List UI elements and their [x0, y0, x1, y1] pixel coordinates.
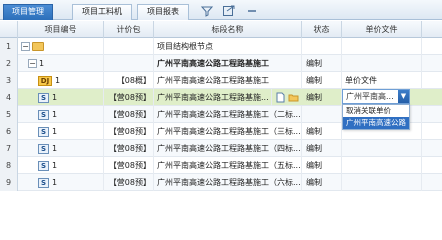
- row-package: [104, 38, 154, 55]
- row-number: 1: [0, 38, 18, 55]
- row-name: 项目结构根节点: [154, 38, 302, 55]
- filter-icon[interactable]: [200, 5, 214, 17]
- row-code: −: [18, 38, 104, 55]
- row-name: 广州平南高速公路工程路基施工（三标...: [154, 123, 302, 140]
- row-number: 6: [0, 123, 18, 140]
- row-code-text: 1: [52, 93, 58, 102]
- row-code: S1: [18, 89, 104, 106]
- minus-icon[interactable]: [245, 5, 259, 17]
- row-package: 【08概】: [104, 72, 154, 89]
- header-name[interactable]: 标段名称: [154, 21, 302, 38]
- row-code: −1: [18, 55, 104, 72]
- dropdown-option-guangzhou[interactable]: 广州平南高速公路: [343, 117, 409, 129]
- row-status: 编制: [302, 72, 342, 89]
- row-code: S1: [18, 106, 104, 123]
- s-type-icon: S: [38, 177, 49, 188]
- collapse-icon[interactable]: −: [28, 59, 37, 68]
- row-code: S1: [18, 123, 104, 140]
- table-row[interactable]: 3 DJ 1 【08概】 广州平南高速公路工程路基施工 编制 单价文件: [0, 72, 442, 89]
- row-code: DJ 1: [18, 72, 104, 89]
- tab-project-materials[interactable]: 项目工料机: [72, 4, 132, 20]
- row-status: 编制: [302, 89, 342, 106]
- s-type-icon: S: [38, 143, 49, 154]
- row-package: 【营08预】: [104, 140, 154, 157]
- row-unit-file: [342, 174, 422, 191]
- row-unit-file: [342, 55, 422, 72]
- row-code-text: 1: [39, 59, 45, 68]
- row-number: 8: [0, 157, 18, 174]
- table-row[interactable]: 1 − 项目结构根节点: [0, 38, 442, 55]
- row-status: [302, 38, 342, 55]
- row-name: 广州平南高速公路工程路基施...: [154, 89, 272, 106]
- header-row-number: [0, 21, 18, 38]
- collapse-icon[interactable]: −: [21, 42, 30, 51]
- row-unit-file: 单价文件: [342, 72, 422, 89]
- row-name: 广州平南高速公路工程路基施工（五标...: [154, 157, 302, 174]
- row-status: [302, 106, 342, 123]
- row-name: 广州平南高速公路工程路基施工（四标...: [154, 140, 302, 157]
- folder-open-icon[interactable]: [288, 92, 299, 103]
- row-number: 9: [0, 174, 18, 191]
- tab-project-management[interactable]: 项目管理: [3, 4, 53, 20]
- row-unit-file: [342, 38, 422, 55]
- header-unit-file[interactable]: 单价文件: [342, 21, 422, 38]
- header-code[interactable]: 项目编号: [18, 21, 104, 38]
- toolbar: 项目管理 项目工料机 项目报表: [0, 0, 442, 20]
- row-code: S1: [18, 140, 104, 157]
- row-unit-file: [342, 140, 422, 157]
- unit-file-select[interactable]: 广州平南高... ▼: [342, 89, 410, 104]
- s-type-icon: S: [38, 109, 49, 120]
- row-number: 7: [0, 140, 18, 157]
- dropdown-option-unlink[interactable]: 取消关联单价: [343, 105, 409, 117]
- table-row[interactable]: 9 S1 【营08预】 广州平南高速公路工程路基施工（六标... 编制: [0, 174, 442, 191]
- row-status: 编制: [302, 174, 342, 191]
- row-number: 2: [0, 55, 18, 72]
- s-type-icon: S: [38, 92, 49, 103]
- row-status: 编制: [302, 55, 342, 72]
- row-package: 【营08预】: [104, 123, 154, 140]
- unit-file-select-value: 广州平南高...: [346, 92, 394, 101]
- row-package: 【营08预】: [104, 174, 154, 191]
- row-status: 编制: [302, 123, 342, 140]
- row-package: 【营08预】: [104, 106, 154, 123]
- row-status: 编制: [302, 157, 342, 174]
- row-unit-file: [342, 157, 422, 174]
- export-icon[interactable]: [222, 5, 236, 17]
- row-code: S1: [18, 157, 104, 174]
- s-type-icon: S: [38, 160, 49, 171]
- row-name: 广州平南高速公路工程路基施工: [154, 72, 302, 89]
- table-row[interactable]: 2 −1 广州平南高速公路工程路基施工 编制: [0, 55, 442, 72]
- table-row[interactable]: 7 S1 【营08预】 广州平南高速公路工程路基施工（四标... 编制: [0, 140, 442, 157]
- row-status: 编制: [302, 140, 342, 157]
- grid-header: 项目编号 计价包 标段名称 状态 单价文件: [0, 21, 442, 38]
- row-number: 4: [0, 89, 18, 106]
- row-code-text: 1: [52, 178, 58, 187]
- header-status[interactable]: 状态: [302, 21, 342, 38]
- row-package: 【营08预】: [104, 89, 154, 106]
- dj-type-icon: DJ: [38, 75, 52, 86]
- document-icon[interactable]: [275, 92, 286, 103]
- row-code-text: 1: [52, 110, 58, 119]
- folder-icon: [32, 42, 44, 51]
- tab-project-reports[interactable]: 项目报表: [137, 4, 189, 20]
- row-number: 3: [0, 72, 18, 89]
- dropdown-arrow-icon[interactable]: ▼: [398, 90, 409, 103]
- row-name: 广州平南高速公路工程路基施工: [154, 55, 302, 72]
- row-code: S1: [18, 174, 104, 191]
- row-number: 5: [0, 106, 18, 123]
- row-code-text: 1: [52, 144, 58, 153]
- unit-file-dropdown-list: 取消关联单价 广州平南高速公路: [342, 104, 410, 130]
- table-row[interactable]: 8 S1 【营08预】 广州平南高速公路工程路基施工（五标... 编制: [0, 157, 442, 174]
- row-name: 广州平南高速公路工程路基施工（二标...: [154, 106, 302, 123]
- s-type-icon: S: [38, 126, 49, 137]
- header-package[interactable]: 计价包: [104, 21, 154, 38]
- row-package: 【营08预】: [104, 157, 154, 174]
- row-package: [104, 55, 154, 72]
- row-code-text: 1: [52, 161, 58, 170]
- row-code-text: 1: [52, 127, 58, 136]
- row-code-text: 1: [55, 76, 61, 85]
- row-name: 广州平南高速公路工程路基施工（六标...: [154, 174, 302, 191]
